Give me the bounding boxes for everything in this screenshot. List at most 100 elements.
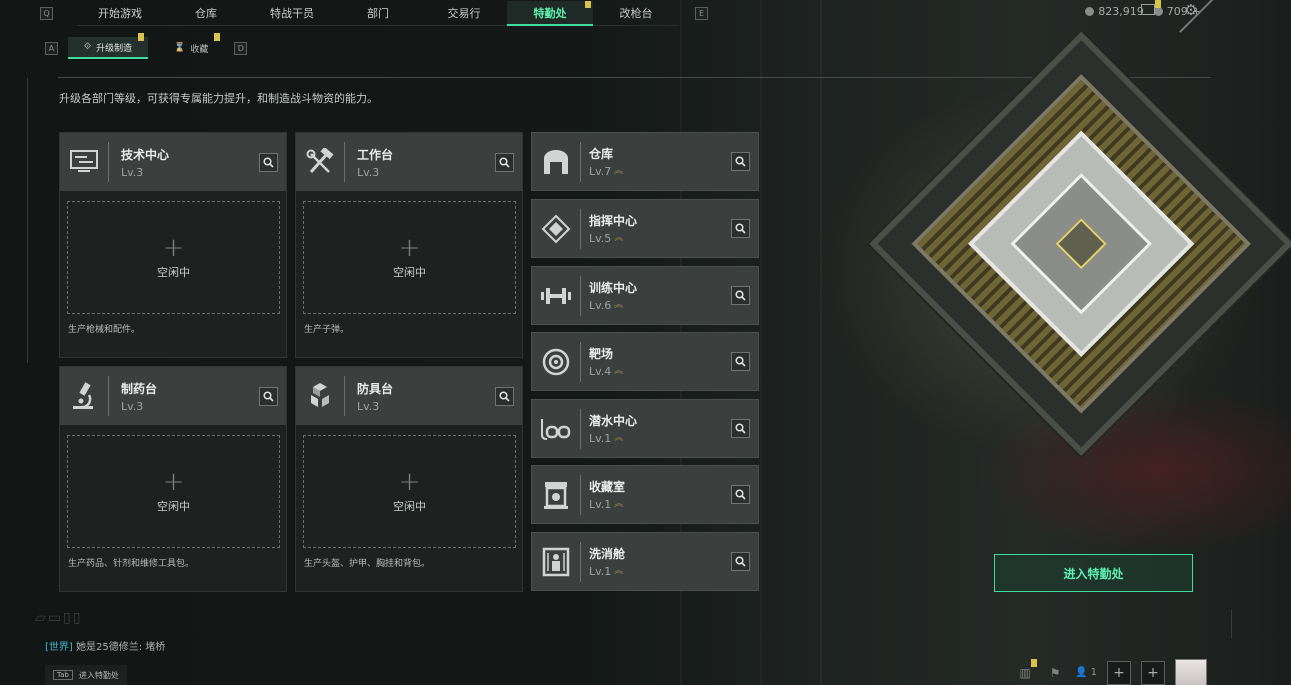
- inspect-button[interactable]: [731, 485, 750, 504]
- tab-hint[interactable]: Tab 进入特勤处: [45, 665, 127, 685]
- slot-status: 空闲中: [393, 265, 426, 279]
- subtab-upgrade-craft[interactable]: ⟐ 升级制造: [68, 33, 149, 59]
- inspect-button[interactable]: [259, 387, 278, 406]
- department-level-row: Lv.6 ︽: [589, 299, 637, 312]
- department-name: 收藏室: [589, 480, 626, 494]
- department-level-row: Lv.7 ︽: [589, 165, 623, 178]
- department-warehouse[interactable]: 仓库 Lv.7 ︽: [531, 132, 759, 191]
- department-titles: 靶场 Lv.4 ︽: [589, 345, 623, 378]
- tab-warehouse[interactable]: 仓库: [163, 1, 249, 26]
- department-decon-chamber[interactable]: 洗消舱 Lv.1 ︽: [531, 532, 759, 591]
- mail-icon[interactable]: [1141, 4, 1155, 15]
- workshop-card-pharmacy: 制药台 Lv.3 + 空闲中 生产药品、针剂和维修工具包。: [59, 366, 287, 592]
- level-up-indicator: ︽: [614, 300, 624, 310]
- avatar[interactable]: [1175, 658, 1207, 685]
- command-center-icon: [532, 199, 580, 258]
- tab-key: Tab: [53, 670, 73, 680]
- add-friend-button[interactable]: +: [1107, 660, 1131, 685]
- department-level-row: Lv.1 ︽: [589, 432, 637, 445]
- tab-operators[interactable]: 特战干员: [249, 1, 335, 26]
- bottom-toolbar: ▥ ⚑ 👤 1 + +: [1015, 658, 1207, 685]
- search-icon: [735, 290, 746, 301]
- chat-message: 她是25德修兰: 堵桥: [76, 642, 166, 653]
- subnav-right-key[interactable]: D: [234, 41, 248, 55]
- workshop-header[interactable]: 制药台 Lv.3: [60, 367, 286, 425]
- divider: [108, 376, 109, 416]
- workshop-header[interactable]: 技术中心 Lv.3: [60, 133, 286, 191]
- production-slot[interactable]: + 空闲中: [67, 201, 280, 314]
- search-icon: [263, 391, 274, 402]
- divider: [580, 275, 581, 316]
- inspect-button[interactable]: [731, 152, 750, 171]
- production-slot[interactable]: + 空闲中: [67, 435, 280, 548]
- inspect-button[interactable]: [731, 219, 750, 238]
- warehouse-icon: [532, 132, 580, 191]
- department-name: 训练中心: [589, 281, 638, 295]
- subnav-left-key[interactable]: A: [45, 41, 58, 55]
- page-description: 升级各部门等级，可获得专属能力提升，和制造战斗物资的能力。: [59, 92, 378, 105]
- department-titles: 收藏室 Lv.1 ︽: [589, 478, 625, 511]
- workshop-titles: 防具台 Lv.3: [357, 380, 393, 413]
- decon-chamber-icon: [532, 532, 580, 591]
- department-level: Lv.6: [589, 299, 612, 312]
- workshop-level: Lv.3: [121, 399, 144, 413]
- add-teammate-button[interactable]: +: [1141, 660, 1165, 685]
- level-up-indicator: ︽: [614, 566, 624, 576]
- tab-start-game[interactable]: 开始游戏: [77, 1, 163, 26]
- add-icon: +: [398, 466, 421, 497]
- alert-badge: [1031, 658, 1038, 667]
- department-level: Lv.1: [589, 432, 612, 445]
- flag-icon[interactable]: ⚑: [1045, 663, 1065, 683]
- tools-icon: [296, 133, 344, 191]
- tab-special-ops[interactable]: 特勤处: [507, 1, 593, 26]
- level-up-indicator: ︽: [614, 499, 624, 509]
- microscope-icon: [60, 367, 108, 425]
- alert-badge: [585, 1, 591, 8]
- workshop-header[interactable]: 防具台 Lv.3: [296, 367, 522, 425]
- search-icon: [735, 356, 746, 367]
- inspect-button[interactable]: [495, 153, 514, 172]
- enter-special-ops-button[interactable]: 进入特勤处: [994, 554, 1193, 592]
- inspect-button[interactable]: [731, 552, 750, 571]
- production-slot[interactable]: + 空闲中: [303, 201, 516, 314]
- nav-left-key[interactable]: Q: [40, 7, 53, 20]
- department-shooting-range[interactable]: 靶场 Lv.4 ︽: [531, 332, 759, 391]
- workshop-level: Lv.3: [121, 165, 144, 179]
- department-training-center[interactable]: 训练中心 Lv.6 ︽: [531, 266, 759, 325]
- department-titles: 指挥中心 Lv.5 ︽: [589, 212, 637, 245]
- slot-status: 空闲中: [157, 499, 190, 513]
- tab-gunsmith[interactable]: 改枪台: [593, 1, 679, 26]
- diving-mask-icon: [532, 399, 580, 458]
- tab-departments[interactable]: 部门: [335, 1, 421, 26]
- department-diving-center[interactable]: 潜水中心 Lv.1 ︽: [531, 399, 759, 458]
- workshop-name: 防具台: [357, 381, 394, 396]
- divider: [580, 341, 581, 382]
- inspect-button[interactable]: [731, 352, 750, 371]
- stats-icon[interactable]: ▥: [1015, 658, 1038, 683]
- inspect-button[interactable]: [731, 286, 750, 305]
- target-icon: [532, 332, 580, 391]
- department-level: Lv.4: [589, 365, 612, 378]
- inspect-button[interactable]: [495, 387, 514, 406]
- frame-line: [27, 78, 28, 363]
- department-level: Lv.1: [589, 565, 612, 578]
- nav-right-key[interactable]: E: [695, 7, 708, 20]
- subtab-collection[interactable]: ⌛ 收藏: [158, 33, 224, 59]
- workshop-header[interactable]: 工作台 Lv.3: [296, 133, 522, 191]
- search-icon: [499, 391, 510, 402]
- production-slot[interactable]: + 空闲中: [303, 435, 516, 548]
- inspect-button[interactable]: [259, 153, 278, 172]
- workshop-name: 技术中心: [121, 147, 170, 162]
- workshop-card-armor-bench: 防具台 Lv.3 + 空闲中 生产头盔、护甲、胸挂和背包。: [295, 366, 523, 592]
- search-icon: [735, 223, 746, 234]
- divider: [580, 208, 581, 249]
- friends-button[interactable]: 👤 1: [1075, 667, 1097, 678]
- department-collection-room[interactable]: 收藏室 Lv.1 ︽: [531, 465, 759, 524]
- inspect-button[interactable]: [731, 419, 750, 438]
- workshop-card-tech-center: 技术中心 Lv.3 + 空闲中 生产枪械和配件。: [59, 132, 287, 358]
- chat-line[interactable]: [世界] 她是25德修兰: 堵桥: [45, 638, 165, 653]
- department-level: Lv.5: [589, 232, 612, 245]
- level-up-indicator: ︽: [614, 166, 624, 176]
- department-command-center[interactable]: 指挥中心 Lv.5 ︽: [531, 199, 759, 258]
- tab-trading[interactable]: 交易行: [421, 1, 507, 26]
